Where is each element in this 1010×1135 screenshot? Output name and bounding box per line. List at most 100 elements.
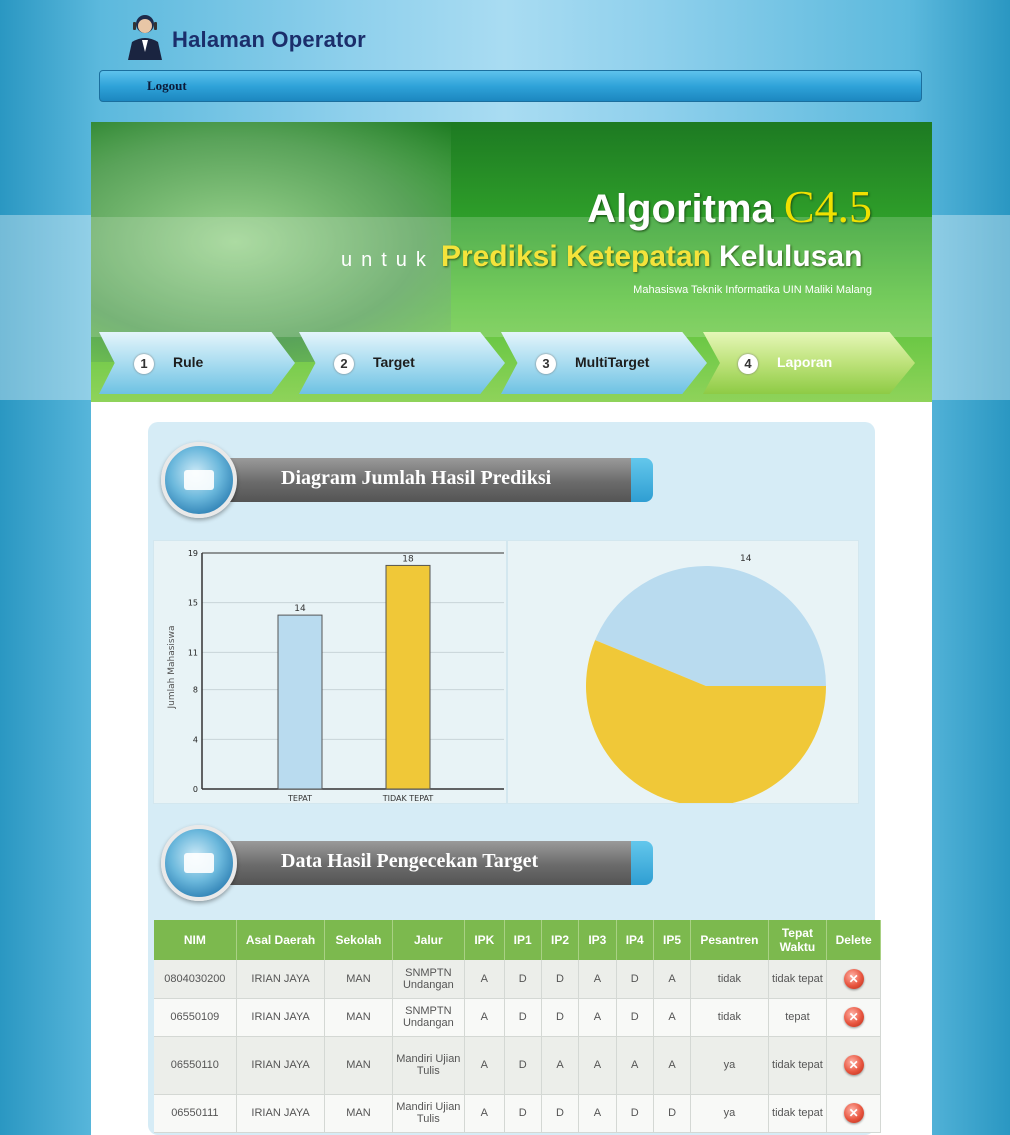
cell-ip5: A (653, 1036, 692, 1095)
y-tick-label: 8 (193, 686, 198, 695)
table-section-title: Data Hasil Pengecekan Target (281, 850, 539, 872)
y-tick-label: 15 (188, 599, 198, 608)
step-target[interactable]: 2 Target (299, 332, 505, 394)
cell-jalur: SNMPTN Undangan (392, 960, 466, 999)
col-ip3: IP3 (578, 920, 617, 960)
col-sekolah: Sekolah (324, 920, 393, 960)
table-section-header: Data Hasil Pengecekan Target (161, 825, 661, 901)
cell-ip2: D (541, 1094, 580, 1133)
pie-chart-svg: 14 (586, 554, 826, 806)
top-nav-bar: Logout (99, 70, 922, 102)
cell-sekolah: MAN (324, 998, 393, 1037)
cell-ipk: A (464, 960, 505, 999)
cell-ipk: A (464, 1094, 505, 1133)
delete-icon[interactable]: ✕ (843, 1007, 864, 1027)
delete-icon[interactable]: ✕ (843, 968, 864, 989)
operator-icon (128, 15, 162, 60)
cell-tepat-waktu: tidak tepat (768, 960, 828, 999)
table-row: 06550111 IRIAN JAYA MAN Mandiri Ujian Tulis… (154, 1094, 881, 1133)
x-tick-label: TEPAT (287, 794, 312, 803)
y-tick-label: 11 (188, 648, 198, 657)
cell-tepat-waktu: tidak tepat (768, 1036, 828, 1095)
y-tick-label: 19 (188, 549, 198, 558)
cell-ip2: A (541, 1036, 580, 1095)
banner: Algoritma C4.5 untuk Prediksi Ketepatan Kel… (91, 122, 932, 402)
keyboard-icon (161, 825, 237, 901)
col-delete: Delete (826, 920, 881, 960)
banner-subtitle: untuk Prediksi Ketepatan Kelulusan (341, 240, 863, 273)
cell-asal-daerah: IRIAN JAYA (236, 998, 326, 1037)
cell-delete: ✕ (826, 998, 881, 1037)
cell-pesantren: ya (690, 1094, 769, 1133)
cell-ipk: A (464, 1036, 505, 1095)
cell-ip3: A (578, 960, 617, 999)
col-ip5: IP5 (653, 920, 692, 960)
cell-ip3: A (578, 998, 617, 1037)
step-rule[interactable]: 1 Rule (99, 332, 295, 394)
cell-pesantren: tidak (690, 998, 769, 1037)
y-tick-label: 4 (193, 735, 198, 744)
step-multitarget[interactable]: 3 MultiTarget (501, 332, 707, 394)
cell-nim: 06550109 (154, 998, 237, 1037)
logout-link[interactable]: Logout (147, 78, 187, 94)
cell-ip1: D (504, 1094, 542, 1133)
cell-ip1: D (504, 998, 542, 1037)
cell-ip2: D (541, 998, 580, 1037)
cell-sekolah: MAN (324, 1036, 393, 1095)
cell-nim: 0804030200 (154, 960, 237, 999)
chart-section-header: Diagram Jumlah Hasil Prediksi (161, 442, 661, 518)
cell-nim: 06550110 (154, 1036, 237, 1095)
table-header-row: NIM Asal Daerah Sekolah Jalur IPK IP1 IP… (154, 920, 881, 960)
col-ip4: IP4 (616, 920, 654, 960)
cell-asal-daerah: IRIAN JAYA (236, 1094, 326, 1133)
cell-tepat-waktu: tepat (768, 998, 828, 1037)
banner-note: Mahasiswa Teknik Informatika UIN Maliki … (633, 284, 872, 296)
col-ipk: IPK (464, 920, 505, 960)
table-row: 06550110 IRIAN JAYA MAN Mandiri Ujian Tulis… (154, 1036, 881, 1095)
bar-tidak-tepat (385, 564, 431, 790)
cell-jalur: Mandiri Ujian Tulis (392, 1036, 466, 1095)
bar-chart-svg: Jumlah Mahasiswa 0 4 8 11 15 19 14 TEPAT 18 TIDAK… (167, 549, 504, 803)
bar-value-label: 14 (294, 604, 306, 614)
keyboard-icon (161, 442, 237, 518)
pie-chart: 14 (507, 540, 859, 806)
bar-tepat (277, 614, 323, 790)
cell-ip1: D (504, 1036, 542, 1095)
bar-chart-ylabel: Jumlah Mahasiswa (167, 626, 177, 710)
cell-nim: 06550111 (154, 1094, 237, 1133)
cell-delete: ✕ (826, 1094, 881, 1133)
cell-pesantren: tidak (690, 960, 769, 999)
cell-ip5: D (653, 1094, 692, 1133)
cell-delete: ✕ (826, 1036, 881, 1095)
cell-sekolah: MAN (324, 960, 393, 999)
cell-tepat-waktu: tidak tepat (768, 1094, 828, 1133)
cell-ip3: A (578, 1094, 617, 1133)
delete-icon[interactable]: ✕ (843, 1055, 864, 1075)
cell-ip4: D (616, 960, 654, 999)
pie-value-label: 14 (740, 554, 752, 564)
step-laporan[interactable]: 4 Laporan (703, 332, 915, 394)
cell-sekolah: MAN (324, 1094, 393, 1133)
cell-ip5: A (653, 960, 692, 999)
cell-jalur: SNMPTN Undangan (392, 998, 466, 1037)
bar-value-label: 18 (402, 554, 414, 564)
cell-ip4: D (616, 1094, 654, 1133)
chart-section-title: Diagram Jumlah Hasil Prediksi (281, 467, 552, 489)
cell-ipk: A (464, 998, 505, 1037)
main-content: Diagram Jumlah Hasil Prediksi Jumlah Mah… (91, 402, 932, 1135)
bar-chart: Jumlah Mahasiswa 0 4 8 11 15 19 14 TEPAT 18 TIDAK… (153, 540, 507, 804)
col-ip2: IP2 (541, 920, 580, 960)
cell-pesantren: ya (690, 1036, 769, 1095)
col-nim: NIM (154, 920, 237, 960)
col-asal-daerah: Asal Daerah (236, 920, 326, 960)
delete-icon[interactable]: ✕ (843, 1103, 864, 1123)
cell-jalur: Mandiri Ujian Tulis (392, 1094, 466, 1133)
cell-delete: ✕ (826, 960, 881, 999)
table-row: 06550109 IRIAN JAYA MAN SNMPTN Undangan A D D A… (154, 998, 881, 1037)
x-tick-label: TIDAK TEPAT (382, 794, 434, 803)
cell-asal-daerah: IRIAN JAYA (236, 1036, 326, 1095)
col-jalur: Jalur (392, 920, 466, 960)
cell-ip1: D (504, 960, 542, 999)
col-ip1: IP1 (504, 920, 542, 960)
wizard-steps: 1 Rule 2 Target 3 MultiTarget 4 Laporan (91, 332, 932, 394)
